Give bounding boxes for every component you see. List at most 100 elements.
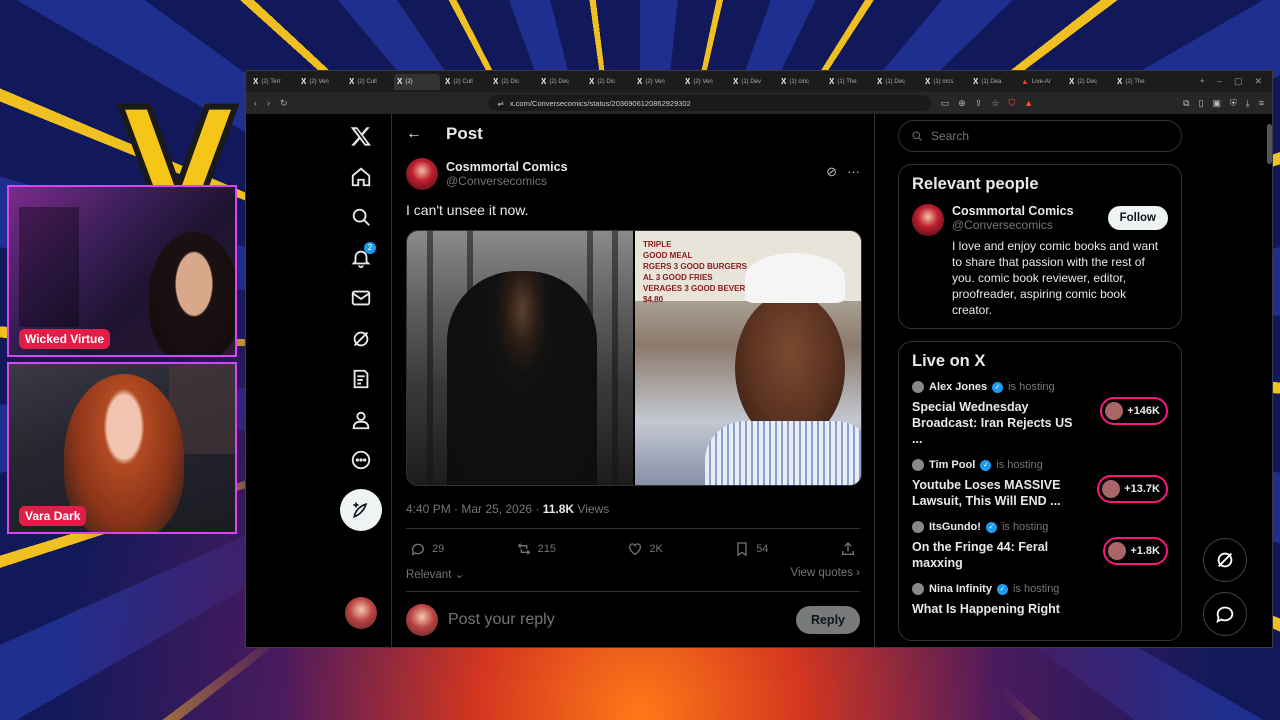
- x-favicon-icon: X: [1117, 77, 1123, 86]
- author-avatar[interactable]: [406, 158, 438, 190]
- live-title: Special Wednesday Broadcast: Iran Reject…: [912, 400, 1073, 446]
- x-favicon-icon: X: [781, 77, 787, 86]
- x-logo-icon[interactable]: [341, 116, 381, 156]
- grok-fab[interactable]: [1203, 538, 1247, 582]
- live-title: Youtube Loses MASSIVE Lawsuit, This Will…: [912, 478, 1061, 508]
- grok-icon[interactable]: [341, 319, 381, 359]
- browser-tab[interactable]: X (2) Ven: [682, 74, 728, 90]
- x-favicon-icon: X: [301, 77, 307, 86]
- author-handle[interactable]: @Conversecomics: [446, 174, 568, 188]
- tab-label: (1) Dev: [741, 78, 762, 85]
- site-info-icon[interactable]: ⇌: [498, 99, 504, 108]
- person-avatar[interactable]: [912, 204, 944, 236]
- brave-shield-icon[interactable]: ⛉: [1008, 98, 1015, 109]
- tab-bar: X (2) Terr X (2) Ven X (2) Cull X (2) X (2) Cull X…: [246, 71, 1272, 92]
- browser-tab[interactable]: X (1) The: [826, 74, 872, 90]
- bookmark-star-icon[interactable]: ☆: [991, 98, 999, 109]
- relevant-person: Cosmmortal Comics @Conversecomics I love…: [912, 204, 1168, 318]
- browser-tab[interactable]: X (2) Dis: [586, 74, 632, 90]
- browser-tab[interactable]: X (2) Dis: [490, 74, 536, 90]
- share-icon[interactable]: ⇪: [975, 98, 983, 109]
- share-action[interactable]: [840, 541, 856, 557]
- minimize-icon[interactable]: –: [1217, 76, 1222, 87]
- back-arrow-icon[interactable]: ←: [406, 125, 422, 143]
- messages-icon[interactable]: [341, 278, 381, 318]
- notifications-icon[interactable]: 2: [341, 238, 381, 278]
- author-name[interactable]: Cosmmortal Comics: [446, 160, 568, 174]
- browser-tab[interactable]: X (1) cinc: [778, 74, 824, 90]
- listener-pill[interactable]: +13.7K: [1097, 475, 1168, 503]
- browser-tab[interactable]: X (2) Terr: [250, 74, 296, 90]
- reload-icon[interactable]: ↻: [280, 98, 288, 109]
- grok-explain-icon[interactable]: ⊘: [826, 164, 837, 180]
- maximize-icon[interactable]: ▢: [1234, 76, 1243, 87]
- like-action[interactable]: 2K: [627, 541, 663, 557]
- page-scrollbar[interactable]: [1267, 124, 1272, 164]
- lists-icon[interactable]: [341, 359, 381, 399]
- sidebar-icon[interactable]: ▯: [1199, 98, 1204, 109]
- tab-label: (2) Cull: [453, 78, 473, 85]
- explore-search-icon[interactable]: [341, 197, 381, 237]
- media-image-right[interactable]: TRIPLE GOOD MEAL RGERS 3 GOOD BURGERS AL 3 …: [635, 231, 861, 485]
- tree-trunk: [427, 231, 433, 485]
- brave-rewards-icon[interactable]: ▲: [1024, 98, 1033, 109]
- account-avatar[interactable]: [345, 597, 377, 629]
- tab-label: (2) The: [1125, 78, 1145, 85]
- address-bar-actions: ▭ ⊕ ⇪ ☆ ⛉ ▲: [941, 98, 1033, 109]
- browser-tab[interactable]: X (1) Dec: [874, 74, 920, 90]
- search-input[interactable]: Search: [898, 120, 1182, 152]
- wallet-icon[interactable]: ▣: [1212, 98, 1221, 109]
- media-image-left[interactable]: [407, 231, 633, 485]
- live-space-item[interactable]: Nina Infinity ✓ is hosting What Is Happenin…: [912, 583, 1168, 617]
- follow-button[interactable]: Follow: [1107, 206, 1168, 230]
- repost-action[interactable]: 215: [516, 541, 556, 557]
- menu-icon[interactable]: ≡: [1259, 98, 1264, 109]
- screen-icon[interactable]: ▭: [941, 98, 950, 109]
- browser-tab[interactable]: X (2) Dec: [1066, 74, 1112, 90]
- x-page: 2 ← Post Cosmmortal Comics @Conversecomi…: [246, 114, 1272, 647]
- view-quotes-link[interactable]: View quotes ›: [791, 567, 861, 581]
- browser-tab[interactable]: X (2) Cull: [442, 74, 488, 90]
- url-field[interactable]: ⇌ x.com/Conversecomics/status/2036906120…: [487, 95, 931, 111]
- close-icon[interactable]: ✕: [1254, 76, 1262, 87]
- extension-icon[interactable]: ⧉: [1183, 98, 1189, 109]
- browser-tab[interactable]: X (2) Dec: [538, 74, 584, 90]
- x-favicon-icon: X: [253, 77, 259, 86]
- more-icon[interactable]: [341, 440, 381, 480]
- browser-tab[interactable]: ▲ Live-Ar: [1018, 74, 1064, 90]
- compose-post-button[interactable]: [340, 488, 382, 531]
- new-tab-icon[interactable]: +: [1200, 76, 1205, 87]
- bookmark-action[interactable]: 54: [734, 541, 769, 557]
- browser-tab[interactable]: X (2) The: [1114, 74, 1160, 90]
- forward-icon[interactable]: ›: [267, 98, 270, 108]
- messages-fab[interactable]: [1203, 592, 1247, 636]
- reply-input[interactable]: Post your reply: [448, 611, 786, 629]
- tab-label: (2) Ven: [645, 78, 665, 85]
- home-icon[interactable]: [341, 157, 381, 197]
- more-options-icon[interactable]: ···: [847, 164, 860, 180]
- browser-tab[interactable]: X (1) Dea: [970, 74, 1016, 90]
- listener-pill[interactable]: +1.8K: [1103, 537, 1168, 565]
- reply-action[interactable]: 29: [410, 541, 444, 557]
- profile-icon[interactable]: [341, 400, 381, 440]
- browser-tab[interactable]: X (2) Cull: [346, 74, 392, 90]
- post-media[interactable]: TRIPLE GOOD MEAL RGERS 3 GOOD BURGERS AL 3 …: [406, 230, 862, 486]
- listener-pill[interactable]: +146K: [1100, 397, 1168, 425]
- host-name: ItsGundo!: [929, 521, 981, 533]
- back-icon[interactable]: ‹: [254, 98, 257, 108]
- live-space-item[interactable]: Tim Pool ✓ is hosting Youtube Loses MASSIVE…: [912, 459, 1168, 509]
- post-timestamp[interactable]: 4:40 PM · Mar 25, 2026 ·: [406, 502, 543, 516]
- reply-button[interactable]: Reply: [795, 606, 860, 634]
- sort-dropdown[interactable]: Relevant ⌄: [406, 567, 464, 581]
- browser-tab[interactable]: X (2) Ven: [298, 74, 344, 90]
- person-bio: I love and enjoy comic books and want to…: [952, 239, 1159, 317]
- browser-tab[interactable]: X (2): [394, 73, 440, 90]
- zoom-icon[interactable]: ⊕: [958, 98, 966, 109]
- browser-tab[interactable]: X (1) mcs: [922, 74, 968, 90]
- download-icon[interactable]: ⤓: [1246, 98, 1250, 109]
- browser-tab[interactable]: X (2) Ven: [634, 74, 680, 90]
- browser-tab[interactable]: X (1) Dev: [730, 74, 776, 90]
- live-space-item[interactable]: Alex Jones ✓ is hosting Special Wednesday B…: [912, 381, 1168, 447]
- live-space-item[interactable]: ItsGundo! ✓ is hosting On the Fringe 44: Fe…: [912, 521, 1168, 571]
- vpn-icon[interactable]: ⛨: [1230, 98, 1237, 109]
